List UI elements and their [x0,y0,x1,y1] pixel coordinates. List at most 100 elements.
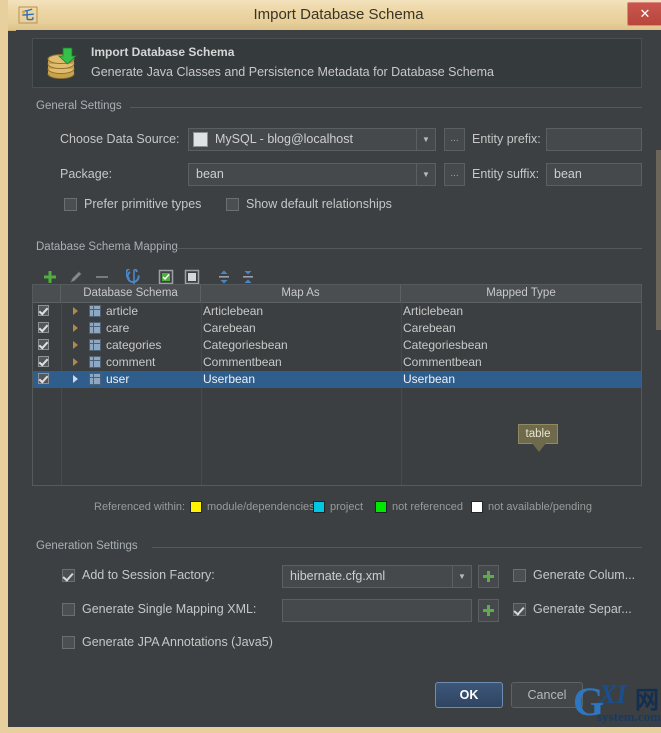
entity-suffix-label: Entity suffix: [472,167,540,181]
scrollbar[interactable] [656,150,661,330]
legend-swatch-not-available [471,501,483,513]
entity-prefix-input[interactable] [546,128,642,151]
generation-settings-divider [152,547,642,548]
table-row[interactable]: article Articlebean Articlebean [33,303,641,320]
table-header-mapped-type[interactable]: Mapped Type [401,285,641,302]
table-tooltip: table [518,424,558,452]
mapping-group-title: Database Schema Mapping [32,241,182,253]
cell-mapped-type: Userbean [403,372,456,386]
remove-icon [96,276,108,278]
table-icon [89,373,101,385]
cancel-button[interactable]: Cancel [511,682,583,708]
title-bar: 乇 Import Database Schema ✕ [8,0,661,31]
refresh-sync-icon[interactable] [126,269,142,285]
expand-arrow-icon[interactable] [73,307,78,315]
cell-map-as: Articlebean [203,304,264,318]
chevron-down-icon[interactable]: ▼ [416,164,435,185]
data-source-label: Choose Data Source: [60,132,180,146]
data-source-value: MySQL - blog@localhost [215,132,353,146]
cell-map-as: Categoriesbean [203,338,288,352]
generate-separate-checkbox[interactable] [513,603,526,616]
table-row[interactable]: care Carebean Carebean [33,320,641,337]
table-header-database-schema[interactable]: Database Schema [61,285,201,302]
ok-button[interactable]: OK [435,682,503,708]
row-checkbox[interactable] [38,322,49,333]
mapping-divider [176,248,642,249]
table-icon [89,356,101,368]
expand-arrow-icon[interactable] [73,375,78,383]
cell-database-schema: user [106,372,130,386]
dialog-banner: Import Database Schema Generate Java Cla… [32,38,642,88]
legend-swatch-module-dependencies [190,501,202,513]
schema-mapping-table[interactable]: Database Schema Map As Mapped Type artic… [32,284,642,486]
row-checkbox[interactable] [38,339,49,350]
expand-all-icon[interactable] [216,269,232,285]
database-import-icon [47,47,78,79]
add-session-factory-file-button[interactable] [478,565,499,588]
banner-subtitle: Generate Java Classes and Persistence Me… [91,65,494,79]
general-settings-group-title: General Settings [32,100,126,112]
generate-jpa-annotations-label: Generate JPA Annotations (Java5) [82,635,273,649]
legend-swatch-project [313,501,325,513]
import-database-schema-dialog: 乇 Import Database Schema ✕ Import Databa… [0,0,661,733]
collapse-all-icon[interactable] [240,269,256,285]
generation-settings-group-title: Generation Settings [32,540,142,552]
general-settings-divider [130,107,642,108]
show-default-relationships-label: Show default relationships [246,197,392,211]
generate-single-mapping-xml-checkbox[interactable] [62,603,75,616]
add-single-mapping-file-button[interactable] [478,599,499,622]
table-header-map-as[interactable]: Map As [201,285,401,302]
cell-map-as: Carebean [203,321,256,335]
table-row[interactable]: comment Commentbean Commentbean [33,354,641,371]
add-to-session-factory-checkbox[interactable] [62,569,75,582]
table-row[interactable]: categories Categoriesbean Categoriesbean [33,337,641,354]
data-source-browse-button[interactable]: ... [444,128,465,151]
generate-jpa-annotations-checkbox[interactable] [62,636,75,649]
table-icon [89,322,101,334]
generate-columns-label: Generate Colum... [533,568,636,582]
cell-database-schema: categories [106,338,162,352]
expand-arrow-icon[interactable] [73,324,78,332]
close-icon[interactable]: ✕ [627,2,661,26]
table-header-checkbox-col [33,285,61,302]
legend-label-not-available: not available/pending [488,501,592,513]
row-checkbox[interactable] [38,305,49,316]
dialog-content: Import Database Schema Generate Java Cla… [16,30,661,727]
chevron-down-icon[interactable]: ▼ [416,129,435,150]
deselect-all-icon[interactable] [184,269,200,285]
select-all-icon[interactable] [158,269,174,285]
single-mapping-xml-input[interactable] [282,599,472,622]
add-icon[interactable] [42,269,58,285]
package-browse-button[interactable]: ... [444,163,465,186]
row-checkbox[interactable] [38,373,49,384]
banner-title: Import Database Schema [91,45,235,59]
session-factory-combo[interactable]: hibernate.cfg.xml ▼ [282,565,472,588]
expand-arrow-icon[interactable] [73,341,78,349]
table-row-selected[interactable]: user Userbean Userbean [33,371,641,388]
legend-label-module-dependencies: module/dependencies [207,501,315,513]
package-combo[interactable]: bean ▼ [188,163,436,186]
cell-map-as: Commentbean [203,355,282,369]
entity-suffix-input[interactable]: bean [546,163,642,186]
prefer-primitive-types-checkbox[interactable] [64,198,77,211]
cell-map-as: Userbean [203,372,256,386]
cell-database-schema: article [106,304,139,318]
cell-mapped-type: Commentbean [403,355,482,369]
window-title: Import Database Schema [253,6,424,23]
cell-mapped-type: Articlebean [403,304,464,318]
entity-prefix-label: Entity prefix: [472,132,541,146]
legend-swatch-not-referenced [375,501,387,513]
expand-arrow-icon[interactable] [73,358,78,366]
package-label: Package: [60,167,113,181]
mysql-icon [193,132,208,147]
table-icon [89,305,101,317]
row-checkbox[interactable] [38,356,49,367]
cell-mapped-type: Carebean [403,321,456,335]
generate-separate-label: Generate Separ... [533,602,632,616]
data-source-combo[interactable]: MySQL - blog@localhost ▼ [188,128,436,151]
generate-columns-checkbox[interactable] [513,569,526,582]
package-value: bean [196,167,224,181]
cell-database-schema: care [106,321,130,335]
chevron-down-icon[interactable]: ▼ [452,566,471,587]
show-default-relationships-checkbox[interactable] [226,198,239,211]
